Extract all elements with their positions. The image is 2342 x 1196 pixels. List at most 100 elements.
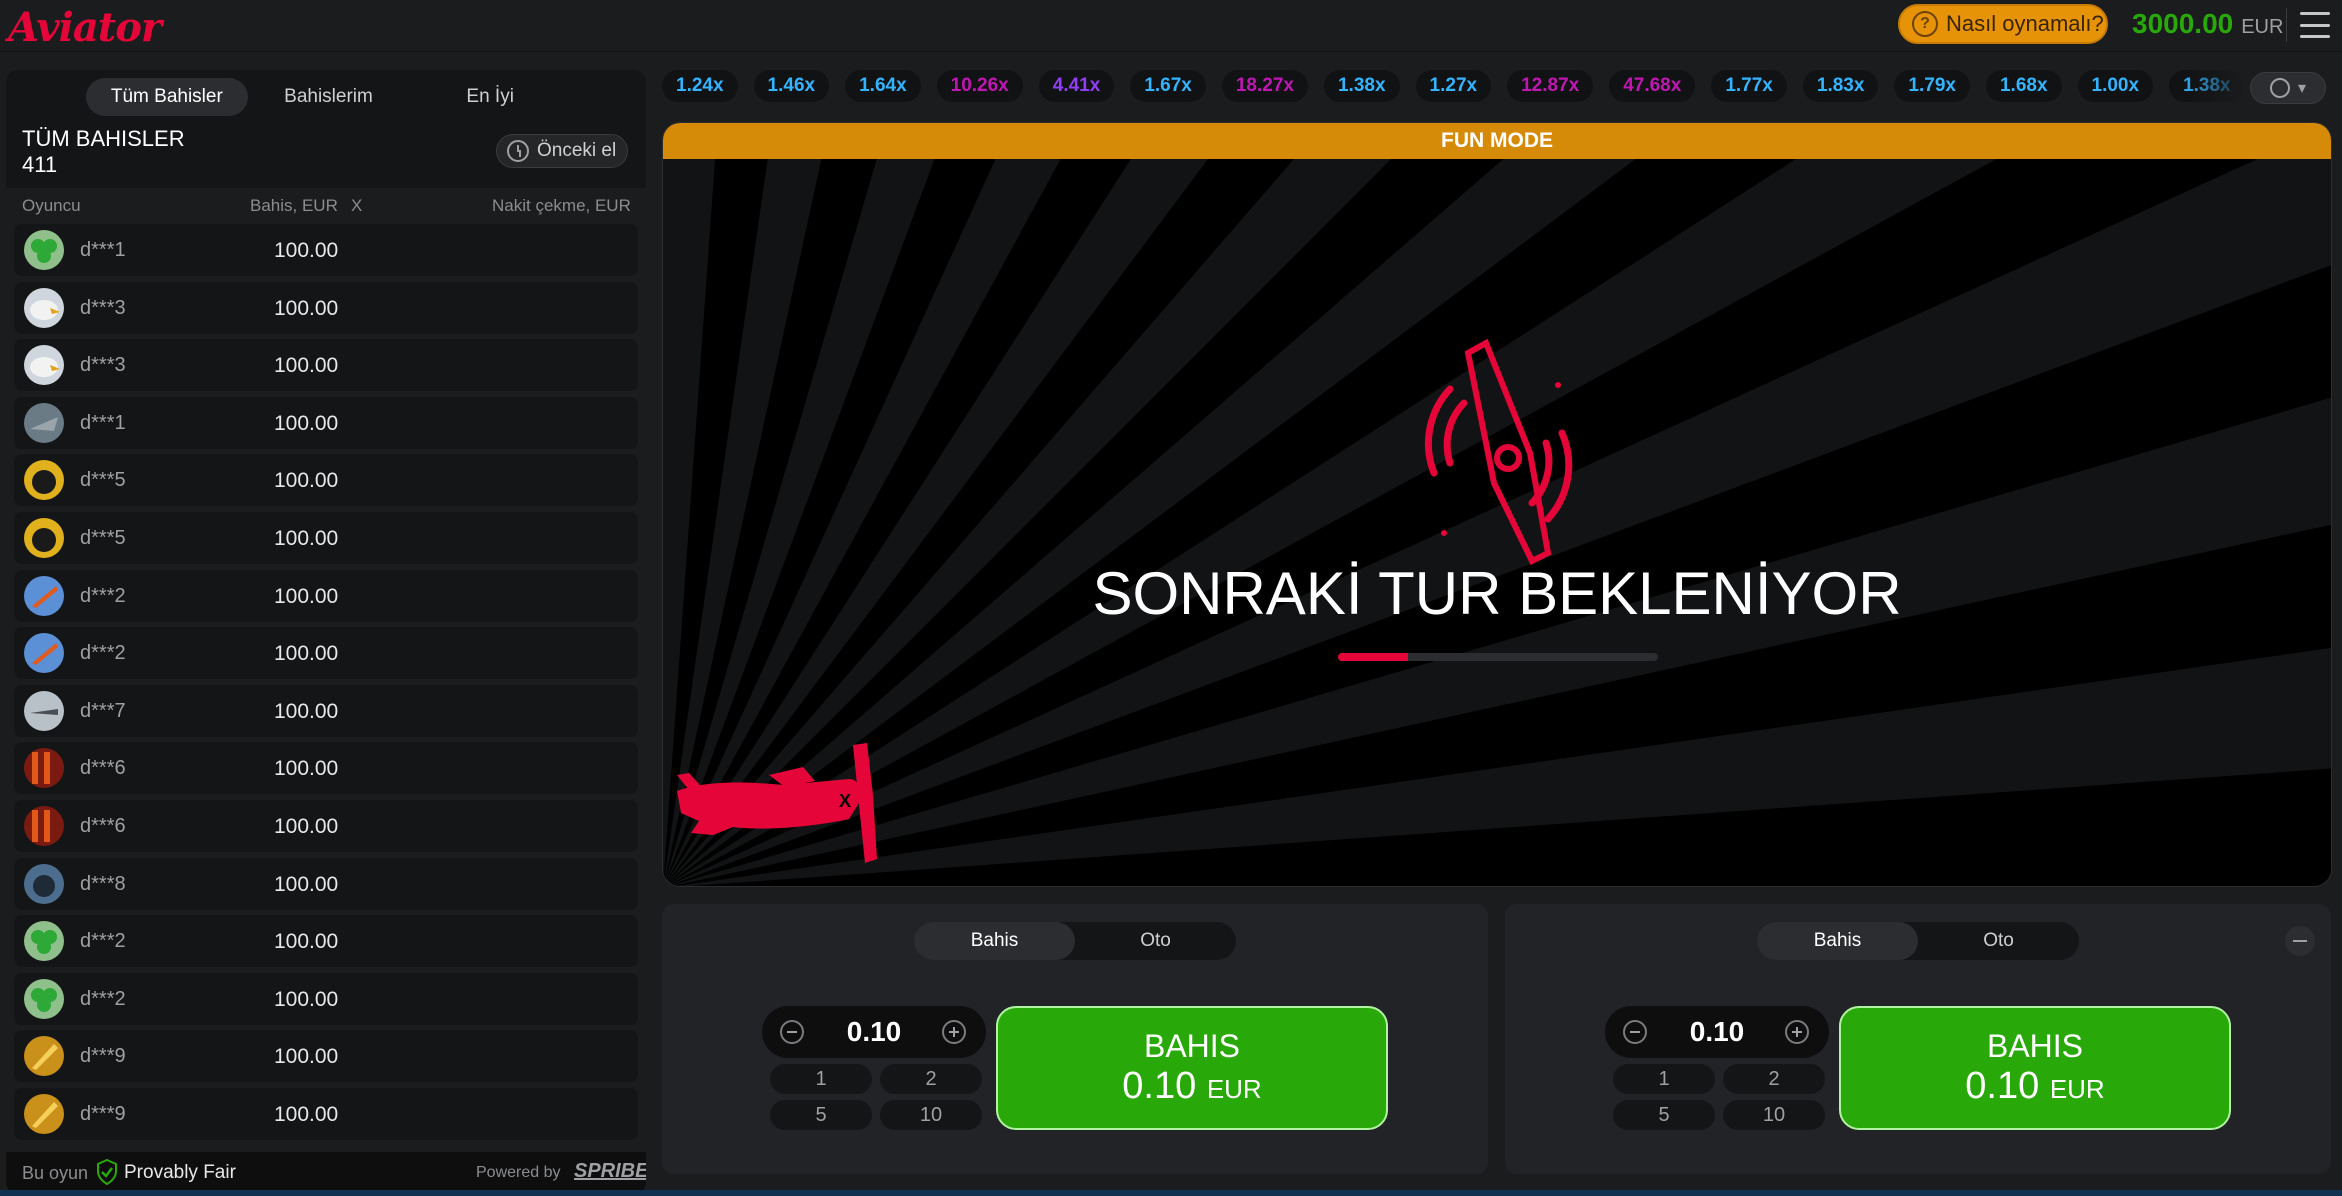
- multiplier-chip[interactable]: 1.27x: [1415, 70, 1492, 102]
- bet-row: d***3 100.00: [14, 339, 638, 392]
- quick-amount-button[interactable]: 1: [770, 1064, 872, 1094]
- bets-panel: Tüm Bahisler Bahislerim En İyi TÜM BAHISLE…: [6, 70, 646, 1194]
- how-to-play-button[interactable]: ? Nasıl oynamalı?: [1898, 4, 2108, 44]
- bets-panel-header: Tüm Bahisler Bahislerim En İyi TÜM BAHISLE…: [6, 70, 646, 188]
- bet-button-label: BAHIS: [1986, 1028, 2084, 1064]
- bet-mode-tabs: Bahis Oto: [914, 922, 1236, 960]
- bets-tab-0[interactable]: Tüm Bahisler: [86, 78, 248, 116]
- bet-amount: 100.00: [274, 699, 339, 723]
- player-name: d***8: [80, 872, 126, 895]
- bet-button-currency: EUR: [2049, 1074, 2105, 1104]
- bet-amount-input[interactable]: 0.10: [822, 1016, 926, 1048]
- bet-mode-tab-1[interactable]: Oto: [1918, 922, 2079, 960]
- bet-button-currency: EUR: [1206, 1074, 1262, 1104]
- avatar: [24, 402, 64, 443]
- quick-amount-button[interactable]: 10: [1723, 1100, 1825, 1130]
- multiplier-chip[interactable]: 47.68x: [1609, 70, 1696, 102]
- bet-row: d***9 100.00: [14, 1088, 638, 1140]
- shield-check-icon: [97, 1159, 117, 1185]
- bet-row: d***6 100.00: [14, 742, 638, 795]
- bet-amount: 100.00: [274, 642, 339, 666]
- multiplier-chip[interactable]: 1.83x: [1802, 70, 1879, 102]
- bet-panel-2: Bahis Oto 0.10 1 2 5 10 BAHIS 0.10 EUR: [1505, 904, 2331, 1174]
- avatar: [24, 633, 64, 674]
- bottom-strip: [0, 1190, 2342, 1196]
- col-bet: Bahis, EUR: [250, 196, 338, 215]
- avatar: [24, 575, 64, 616]
- bets-tab-1[interactable]: Bahislerim: [248, 78, 410, 116]
- multiplier-chip[interactable]: 4.41x: [1038, 70, 1115, 102]
- increase-bet-button[interactable]: [942, 1020, 966, 1044]
- col-multiplier: X: [351, 196, 363, 215]
- increase-bet-button[interactable]: [1785, 1020, 1809, 1044]
- player-name: d***9: [80, 1045, 126, 1068]
- provably-fair-link[interactable]: Provably Fair: [124, 1162, 236, 1184]
- bet-row: d***3 100.00: [14, 281, 638, 334]
- spribe-logo[interactable]: SPRIBE: [574, 1160, 646, 1183]
- avatar: [24, 806, 64, 846]
- player-name: d***9: [80, 1103, 126, 1125]
- bet-row: d***2 100.00: [14, 915, 638, 968]
- bet-button-amount-line: 0.10 EUR: [1965, 1065, 2104, 1108]
- multiplier-chip[interactable]: 1.77x: [1711, 70, 1787, 102]
- fun-mode-banner: FUN MODE: [663, 123, 2331, 159]
- col-cashout: Nakit çekme, EUR: [492, 196, 631, 215]
- place-bet-button[interactable]: BAHIS 0.10 EUR: [996, 1006, 1388, 1130]
- avatar: [24, 863, 64, 904]
- bet-mode-tab-0[interactable]: Bahis: [914, 922, 1075, 960]
- hamburger-menu-icon[interactable]: [2300, 12, 2330, 38]
- player-name: d***6: [80, 815, 126, 837]
- multiplier-chip[interactable]: 1.68x: [1985, 70, 2062, 102]
- bet-mode-tab-0[interactable]: Bahis: [1757, 922, 1918, 960]
- bet-row: d***5 100.00: [14, 454, 638, 507]
- multiplier-chip[interactable]: 12.87x: [1507, 70, 1594, 102]
- bets-tab-2[interactable]: En İyi: [409, 78, 571, 116]
- bet-amount: 100.00: [274, 1045, 339, 1069]
- bets-tab-list: Tüm Bahisler Bahislerim En İyi: [86, 78, 571, 116]
- bet-amount-input[interactable]: 0.10: [1665, 1016, 1769, 1048]
- quick-amount-button[interactable]: 1: [1613, 1064, 1715, 1094]
- player-name: d***3: [80, 296, 126, 319]
- history-icon: [2269, 78, 2290, 98]
- multiplier-chip[interactable]: 1.67x: [1130, 70, 1206, 102]
- player-name: d***6: [80, 757, 126, 780]
- player-name: d***7: [80, 699, 126, 722]
- multiplier-chip[interactable]: 1.79x: [1894, 70, 1970, 102]
- bet-amount-stepper: 0.10: [762, 1006, 986, 1058]
- player-name: d***2: [80, 930, 126, 953]
- bets-panel-footer: Bu oyun Provably Fair Powered by SPRIBE: [6, 1152, 646, 1194]
- bet-mode-tab-1[interactable]: Oto: [1075, 922, 1236, 960]
- balance: 3000.00 EUR: [2132, 8, 2283, 42]
- quick-amount-button[interactable]: 2: [880, 1064, 982, 1094]
- place-bet-button[interactable]: BAHIS 0.10 EUR: [1839, 1006, 2231, 1130]
- remove-panel-button[interactable]: [2285, 926, 2315, 956]
- multiplier-chip[interactable]: 18.27x: [1221, 70, 1308, 102]
- multiplier-chip[interactable]: 1.24x: [662, 70, 738, 102]
- quick-amount-button[interactable]: 5: [770, 1100, 872, 1130]
- bet-amount: 100.00: [274, 239, 339, 262]
- quick-amount-button[interactable]: 2: [1723, 1064, 1825, 1094]
- history-toggle-button[interactable]: ▾: [2250, 72, 2326, 104]
- previous-round-button[interactable]: Önceki el: [496, 134, 628, 168]
- multiplier-chip[interactable]: 1.46x: [753, 70, 830, 102]
- player-name: d***5: [80, 469, 126, 492]
- quick-amount-button[interactable]: 10: [880, 1100, 982, 1130]
- quick-amount-button[interactable]: 5: [1613, 1100, 1715, 1130]
- bets-table-header: Oyuncu Bahis, EUR X Nakit çekme, EUR: [6, 188, 646, 222]
- multiplier-chip[interactable]: 1.38x: [1323, 70, 1400, 102]
- bet-row: d***9 100.00: [14, 1030, 638, 1083]
- bet-button-amount: 0.10: [1122, 1065, 1197, 1107]
- bet-row: d***1 100.00: [14, 224, 638, 276]
- multiplier-chip[interactable]: 10.26x: [936, 70, 1023, 102]
- avatar: [24, 230, 64, 270]
- multiplier-chip[interactable]: 1.64x: [845, 70, 921, 102]
- decrease-bet-button[interactable]: [1623, 1020, 1647, 1044]
- bet-amount: 100.00: [274, 584, 339, 608]
- bet-amount: 100.00: [274, 1103, 339, 1126]
- bet-amount: 100.00: [274, 757, 339, 781]
- decrease-bet-button[interactable]: [780, 1020, 804, 1044]
- multiplier-chip[interactable]: 1.00x: [2077, 70, 2154, 102]
- bet-row: d***5 100.00: [14, 512, 638, 564]
- bet-button-amount: 0.10: [1965, 1065, 2040, 1107]
- aviator-logo[interactable]: Aviator: [8, 4, 162, 51]
